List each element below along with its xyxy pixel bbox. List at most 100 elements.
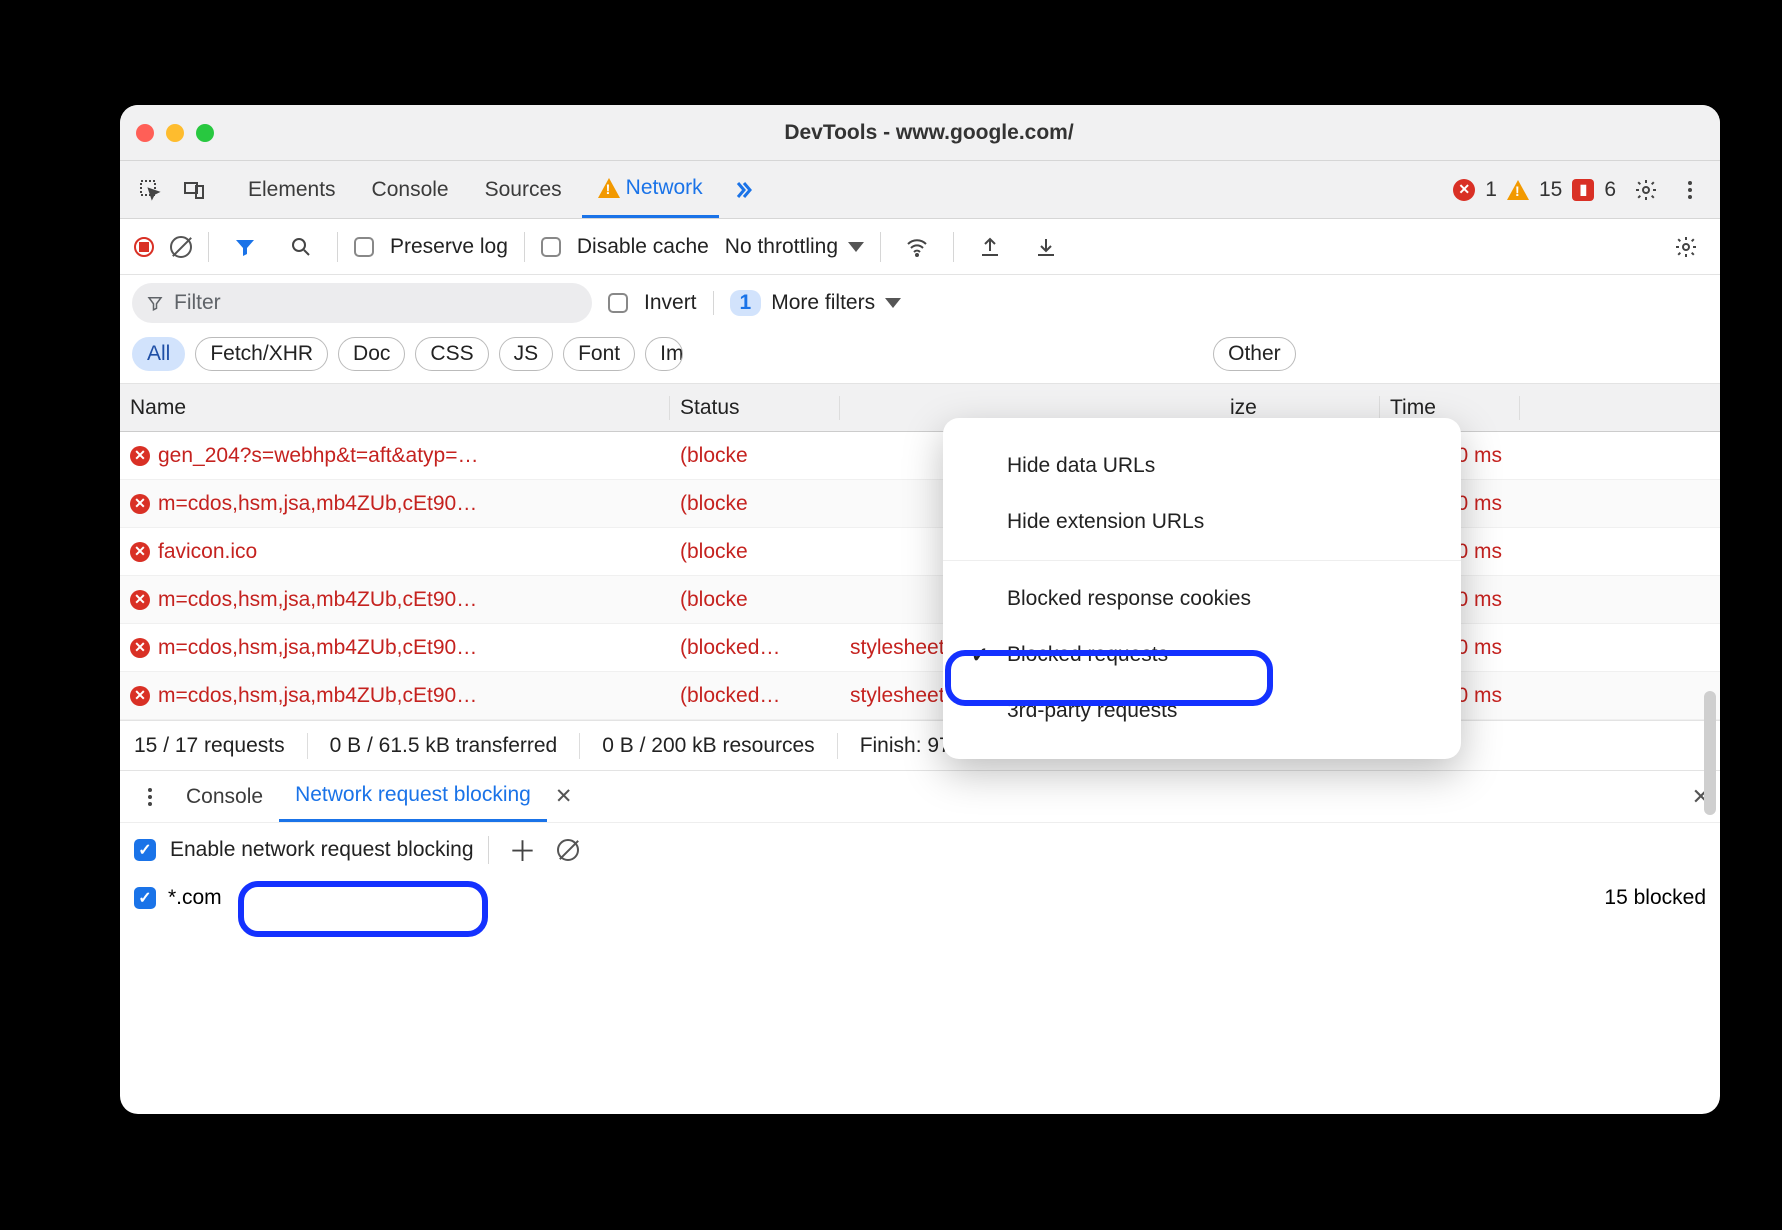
search-icon[interactable] bbox=[281, 227, 321, 267]
menu-hide-extension-urls[interactable]: Hide extension URLs bbox=[943, 494, 1461, 550]
issue-count: 6 bbox=[1604, 178, 1616, 202]
chip-fetch-xhr[interactable]: Fetch/XHR bbox=[195, 337, 328, 371]
blocking-toolbar: ✓ Enable network request blocking ＋ bbox=[120, 822, 1720, 876]
filter-toggle-icon[interactable] bbox=[225, 227, 265, 267]
close-drawer-tab-icon[interactable]: ✕ bbox=[555, 784, 573, 809]
table-row[interactable]: ✕m=cdos,hsm,jsa,mb4ZUb,cEt90…(blocke0 B0… bbox=[120, 576, 1720, 624]
pattern-text: *.com bbox=[168, 886, 222, 910]
kebab-menu-icon[interactable] bbox=[1670, 170, 1710, 210]
scrollbar[interactable] bbox=[1704, 691, 1716, 815]
error-icon: ✕ bbox=[130, 638, 150, 658]
error-badge-icon: ✕ bbox=[1453, 179, 1475, 201]
chip-other[interactable]: Other bbox=[1213, 337, 1296, 371]
transferred-size: 0 B / 61.5 kB transferred bbox=[330, 734, 558, 758]
request-status: (blocked… bbox=[670, 636, 840, 660]
chip-js[interactable]: JS bbox=[499, 337, 554, 371]
network-toolbar: Preserve log Disable cache No throttling bbox=[120, 219, 1720, 275]
error-icon: ✕ bbox=[130, 686, 150, 706]
invert-label: Invert bbox=[644, 291, 697, 315]
panel-tabs: Elements Console Sources Network ✕ 1 15 ▮… bbox=[120, 161, 1720, 219]
device-toolbar-icon[interactable] bbox=[174, 170, 214, 210]
request-status: (blocke bbox=[670, 540, 840, 564]
drawer-kebab-icon[interactable] bbox=[130, 777, 170, 817]
col-size[interactable]: ize bbox=[1220, 396, 1380, 420]
request-status: (blocke bbox=[670, 588, 840, 612]
drawer-tab-blocking[interactable]: Network request blocking bbox=[279, 771, 547, 822]
devtools-window: DevTools - www.google.com/ Elements Cons… bbox=[120, 105, 1720, 1114]
network-settings-icon[interactable] bbox=[1666, 227, 1706, 267]
menu-blocked-cookies[interactable]: Blocked response cookies bbox=[943, 571, 1461, 627]
filter-input[interactable]: Filter bbox=[132, 283, 592, 323]
enable-blocking-checkbox[interactable]: ✓ bbox=[134, 839, 156, 861]
error-icon: ✕ bbox=[130, 494, 150, 514]
chip-css[interactable]: CSS bbox=[415, 337, 488, 371]
export-har-icon[interactable] bbox=[970, 227, 1010, 267]
table-row[interactable]: ✕m=cdos,hsm,jsa,mb4ZUb,cEt90…(blocked…st… bbox=[120, 624, 1720, 672]
error-icon: ✕ bbox=[130, 590, 150, 610]
chip-font[interactable]: Font bbox=[563, 337, 635, 371]
tab-console[interactable]: Console bbox=[356, 161, 465, 218]
close-window-button[interactable] bbox=[136, 124, 154, 142]
clear-button[interactable] bbox=[170, 236, 192, 258]
settings-icon[interactable] bbox=[1626, 170, 1666, 210]
col-time[interactable]: Time bbox=[1380, 396, 1520, 420]
more-filters-menu: Hide data URLs Hide extension URLs Block… bbox=[943, 418, 1461, 759]
menu-3rd-party[interactable]: 3rd-party requests bbox=[943, 683, 1461, 739]
tab-sources[interactable]: Sources bbox=[469, 161, 578, 218]
chip-doc[interactable]: Doc bbox=[338, 337, 405, 371]
drawer-tabs: Console Network request blocking ✕ ✕ bbox=[120, 770, 1720, 822]
more-filters-button[interactable]: 1 More filters bbox=[730, 290, 902, 316]
chip-img[interactable]: Img bbox=[645, 337, 683, 371]
network-conditions-icon[interactable] bbox=[897, 227, 937, 267]
pattern-row[interactable]: ✓ *.com 15 blocked bbox=[120, 876, 1720, 920]
col-status[interactable]: Status bbox=[670, 396, 840, 420]
more-filters-count: 1 bbox=[730, 290, 762, 316]
preserve-log-checkbox[interactable] bbox=[354, 237, 374, 257]
drawer-tab-console[interactable]: Console bbox=[170, 771, 279, 822]
col-name[interactable]: Name bbox=[120, 396, 670, 420]
warning-badge-icon bbox=[1507, 180, 1529, 200]
request-name: gen_204?s=webhp&t=aft&atyp=… bbox=[158, 444, 479, 468]
status-badges[interactable]: ✕ 1 15 ▮ 6 bbox=[1453, 178, 1616, 202]
request-name: m=cdos,hsm,jsa,mb4ZUb,cEt90… bbox=[158, 588, 477, 612]
warning-count: 15 bbox=[1539, 178, 1562, 202]
titlebar: DevTools - www.google.com/ bbox=[120, 105, 1720, 161]
funnel-icon bbox=[146, 294, 164, 312]
request-status: (blocke bbox=[670, 444, 840, 468]
disable-cache-checkbox[interactable] bbox=[541, 237, 561, 257]
tab-network[interactable]: Network bbox=[582, 161, 719, 218]
inspect-element-icon[interactable] bbox=[130, 170, 170, 210]
clear-patterns-icon[interactable] bbox=[557, 839, 579, 861]
invert-checkbox[interactable] bbox=[608, 293, 628, 313]
pattern-checkbox[interactable]: ✓ bbox=[134, 887, 156, 909]
menu-blocked-requests[interactable]: Blocked requests bbox=[943, 627, 1461, 683]
resources-size: 0 B / 200 kB resources bbox=[602, 734, 814, 758]
menu-hide-data-urls[interactable]: Hide data URLs bbox=[943, 438, 1461, 494]
disable-cache-label: Disable cache bbox=[577, 235, 709, 259]
blocked-count: 15 blocked bbox=[1604, 886, 1706, 910]
request-name: m=cdos,hsm,jsa,mb4ZUb,cEt90… bbox=[158, 636, 477, 660]
tab-elements[interactable]: Elements bbox=[232, 161, 352, 218]
table-row[interactable]: ✕gen_204?s=webhp&t=aft&atyp=…(blocke0 B0… bbox=[120, 432, 1720, 480]
throttling-select[interactable]: No throttling bbox=[725, 235, 864, 259]
more-tabs-icon[interactable] bbox=[723, 170, 763, 210]
add-pattern-icon[interactable]: ＋ bbox=[503, 830, 543, 870]
traffic-lights bbox=[136, 124, 214, 142]
table-row[interactable]: ✕favicon.ico(blocke0 B0 ms bbox=[120, 528, 1720, 576]
table-header: Name Status ize Time bbox=[120, 384, 1720, 432]
record-button[interactable] bbox=[134, 237, 154, 257]
request-status: (blocked… bbox=[670, 684, 840, 708]
error-count: 1 bbox=[1485, 178, 1497, 202]
import-har-icon[interactable] bbox=[1026, 227, 1066, 267]
table-row[interactable]: ✕m=cdos,hsm,jsa,mb4ZUb,cEt90…(blocked…st… bbox=[120, 672, 1720, 720]
issue-badge-icon: ▮ bbox=[1572, 179, 1594, 201]
table-row[interactable]: ✕m=cdos,hsm,jsa,mb4ZUb,cEt90…(blocke0 B0… bbox=[120, 480, 1720, 528]
chip-all[interactable]: All bbox=[132, 337, 185, 371]
error-icon: ✕ bbox=[130, 542, 150, 562]
enable-blocking-label: Enable network request blocking bbox=[170, 838, 474, 862]
minimize-window-button[interactable] bbox=[166, 124, 184, 142]
requests-count: 15 / 17 requests bbox=[134, 734, 285, 758]
zoom-window-button[interactable] bbox=[196, 124, 214, 142]
network-table: Name Status ize Time ✕ gen_204?s=webhp&t=… bbox=[120, 384, 1720, 720]
request-name: favicon.ico bbox=[158, 540, 257, 564]
